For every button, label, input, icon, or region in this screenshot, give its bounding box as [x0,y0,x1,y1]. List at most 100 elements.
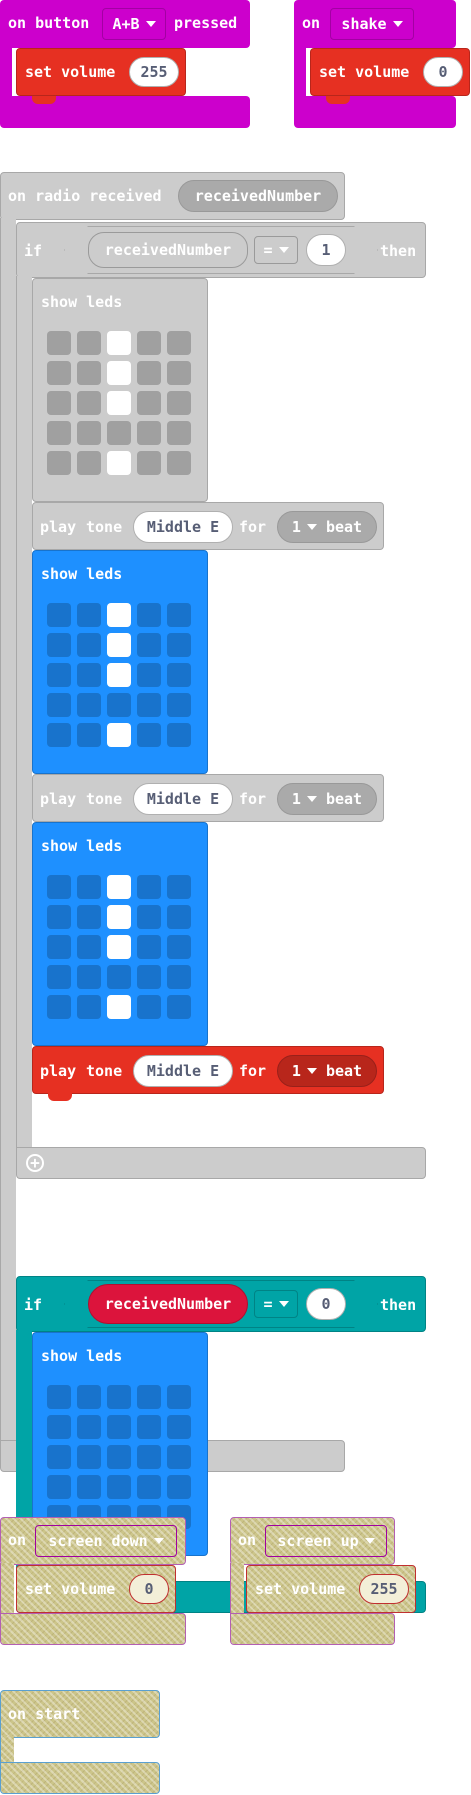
led-off[interactable] [77,1385,101,1409]
on-screen-up-block[interactable]: on screen up set volume 255 [230,1517,416,1645]
on-button-pressed-block[interactable]: on button A+B pressed set volume 255 [0,0,250,128]
led-off[interactable] [167,633,191,657]
led-off[interactable] [77,995,101,1019]
beat-dropdown[interactable]: 1 beat [277,1055,377,1087]
led-off[interactable] [167,663,191,687]
led-off[interactable] [77,603,101,627]
gesture-dropdown[interactable]: shake [330,8,414,40]
led-on[interactable] [107,995,131,1019]
led-on[interactable] [107,331,131,355]
led-off[interactable] [137,995,161,1019]
led-off[interactable] [77,1445,101,1469]
led-off[interactable] [47,633,71,657]
led-off[interactable] [77,723,101,747]
led-off[interactable] [47,995,71,1019]
led-off[interactable] [77,663,101,687]
led-off[interactable] [137,875,161,899]
led-off[interactable] [77,361,101,385]
led-off[interactable] [137,331,161,355]
led-off[interactable] [47,1445,71,1469]
led-off[interactable] [137,1415,161,1439]
led-off[interactable] [137,391,161,415]
led-off[interactable] [47,723,71,747]
on-start-block[interactable]: on start [0,1690,162,1794]
led-off[interactable] [107,693,131,717]
led-off[interactable] [167,421,191,445]
compare-value-input[interactable]: 0 [306,1288,346,1320]
led-on[interactable] [107,663,131,687]
led-off[interactable] [77,633,101,657]
led-off[interactable] [137,935,161,959]
led-off[interactable] [167,905,191,929]
play-tone-block-2[interactable]: play tone Middle E for 1 beat [32,774,384,822]
led-off[interactable] [47,663,71,687]
led-off[interactable] [167,391,191,415]
note-input[interactable]: Middle E [133,511,233,543]
set-volume-block[interactable]: set volume 0 [16,1565,176,1613]
led-off[interactable] [107,1415,131,1439]
led-off[interactable] [137,1385,161,1409]
operator-dropdown[interactable]: = [254,236,298,264]
gesture-dropdown[interactable]: screen up [265,1525,387,1557]
led-off[interactable] [167,965,191,989]
note-input[interactable]: Middle E [133,1055,233,1087]
operator-dropdown[interactable]: = [254,1290,298,1318]
led-off[interactable] [47,1415,71,1439]
led-off[interactable] [137,451,161,475]
led-on[interactable] [107,603,131,627]
led-off[interactable] [77,935,101,959]
led-off[interactable] [167,451,191,475]
show-leds-block-1[interactable]: show leds [32,278,208,502]
button-dropdown[interactable]: A+B [102,8,166,40]
set-volume-block[interactable]: set volume 255 [246,1565,416,1613]
set-volume-block[interactable]: set volume 255 [16,48,186,96]
led-off[interactable] [137,693,161,717]
led-on[interactable] [107,875,131,899]
add-else-icon[interactable]: + [26,1154,44,1172]
led-off[interactable] [137,965,161,989]
led-grid[interactable] [47,875,197,1025]
show-leds-block-3[interactable]: show leds [32,822,208,1046]
led-off[interactable] [47,1475,71,1499]
led-off[interactable] [77,421,101,445]
led-off[interactable] [167,1385,191,1409]
received-number-var[interactable]: receivedNumber [88,1284,248,1324]
led-off[interactable] [137,663,161,687]
led-on[interactable] [107,935,131,959]
led-off[interactable] [107,1445,131,1469]
gesture-dropdown[interactable]: screen down [35,1525,177,1557]
led-grid[interactable] [47,331,197,481]
led-off[interactable] [47,603,71,627]
led-off[interactable] [47,421,71,445]
led-off[interactable] [137,421,161,445]
led-off[interactable] [107,965,131,989]
on-gesture-shake-block[interactable]: on shake set volume 0 [294,0,470,128]
led-off[interactable] [137,361,161,385]
volume-input[interactable]: 255 [359,1574,409,1604]
led-off[interactable] [47,965,71,989]
led-off[interactable] [77,331,101,355]
led-off[interactable] [47,875,71,899]
on-radio-received-block[interactable]: on radio received receivedNumber if rece… [0,172,426,1620]
beat-dropdown[interactable]: 1 beat [277,511,377,543]
compare-value-input[interactable]: 1 [306,234,346,266]
led-on[interactable] [107,361,131,385]
led-grid[interactable] [47,603,197,753]
led-off[interactable] [167,331,191,355]
led-off[interactable] [137,905,161,929]
led-off[interactable] [47,451,71,475]
note-input[interactable]: Middle E [133,783,233,815]
led-off[interactable] [107,421,131,445]
led-off[interactable] [167,603,191,627]
volume-input[interactable]: 0 [423,57,463,87]
led-off[interactable] [77,965,101,989]
led-on[interactable] [107,723,131,747]
led-off[interactable] [167,995,191,1019]
play-tone-block-1[interactable]: play tone Middle E for 1 beat [32,502,384,550]
led-off[interactable] [47,935,71,959]
led-off[interactable] [137,633,161,657]
led-off[interactable] [47,391,71,415]
led-off[interactable] [47,331,71,355]
received-number-var[interactable]: receivedNumber [88,232,248,268]
led-off[interactable] [137,1475,161,1499]
